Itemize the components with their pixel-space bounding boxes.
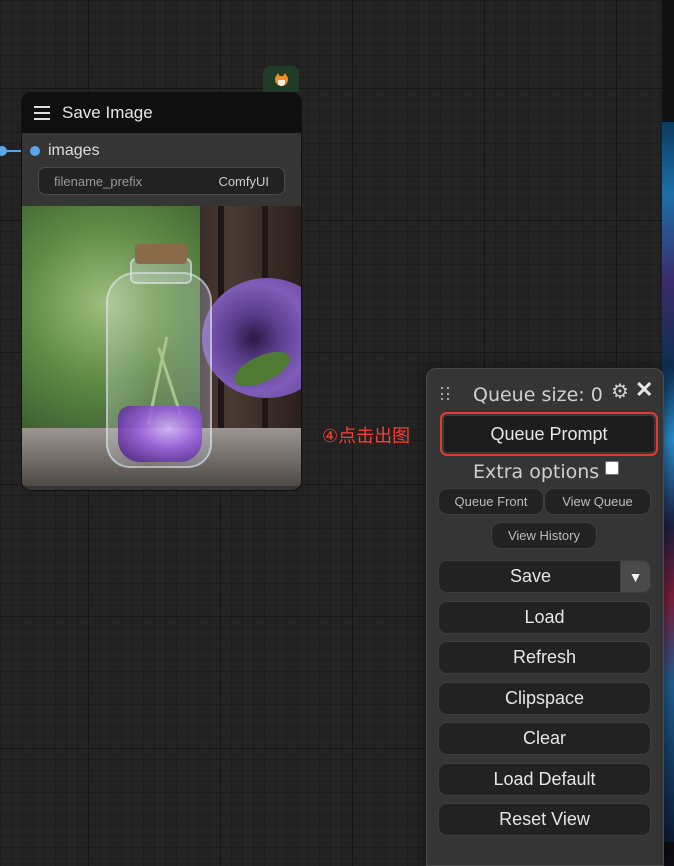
input-slot-label: images bbox=[48, 142, 100, 159]
preview-liquid bbox=[118, 406, 202, 462]
queue-panel[interactable]: Queue size: 0 ⚙ ✕ Queue Prompt Extra opt… bbox=[426, 368, 664, 866]
close-icon[interactable]: ✕ bbox=[635, 379, 653, 401]
node-badge[interactable] bbox=[263, 66, 299, 92]
drag-handle-icon[interactable] bbox=[441, 387, 450, 401]
input-slot-images[interactable]: images bbox=[22, 133, 301, 169]
clipspace-button[interactable]: Clipspace bbox=[438, 682, 651, 715]
save-button-group[interactable]: Save ▼ bbox=[438, 560, 651, 593]
reset-view-button[interactable]: Reset View bbox=[438, 803, 651, 836]
queue-size-label: Queue size: 0 bbox=[473, 384, 603, 406]
gear-icon[interactable]: ⚙ bbox=[611, 382, 629, 402]
preview-cork bbox=[135, 244, 187, 264]
view-queue-button[interactable]: View Queue bbox=[544, 488, 651, 515]
extra-options-row[interactable]: Extra options bbox=[473, 461, 620, 483]
clear-button[interactable]: Clear bbox=[438, 722, 651, 755]
hamburger-icon[interactable] bbox=[34, 106, 50, 120]
refresh-button[interactable]: Refresh bbox=[438, 641, 651, 674]
queue-prompt-button[interactable]: Queue Prompt bbox=[440, 412, 658, 456]
chevron-down-icon[interactable]: ▼ bbox=[620, 561, 650, 592]
load-button[interactable]: Load bbox=[438, 601, 651, 634]
filename-prefix-widget[interactable]: filename_prefix ComfyUI bbox=[38, 167, 285, 195]
image-preview[interactable] bbox=[22, 206, 301, 486]
extra-options-label: Extra options bbox=[473, 461, 600, 483]
node-title-bar[interactable]: Save Image bbox=[22, 93, 301, 133]
node-title: Save Image bbox=[62, 103, 153, 122]
save-image-node[interactable]: Save Image images filename_prefix ComfyU… bbox=[21, 92, 302, 491]
adjacent-image-top bbox=[662, 0, 674, 122]
fox-badge-icon bbox=[274, 72, 289, 86]
view-history-button[interactable]: View History bbox=[491, 522, 597, 549]
widget-name: filename_prefix bbox=[54, 173, 143, 189]
save-button[interactable]: Save bbox=[439, 561, 622, 592]
load-default-button[interactable]: Load Default bbox=[438, 763, 651, 796]
queue-front-button[interactable]: Queue Front bbox=[438, 488, 544, 515]
widget-value[interactable]: ComfyUI bbox=[218, 174, 269, 189]
annotation-label: ④点击出图 bbox=[322, 426, 411, 447]
connection-wire-end bbox=[0, 146, 7, 156]
queue-panel-header[interactable]: Queue size: 0 ⚙ ✕ bbox=[427, 369, 665, 415]
extra-options-checkbox[interactable] bbox=[605, 461, 620, 475]
input-slot-dot[interactable] bbox=[30, 146, 40, 156]
